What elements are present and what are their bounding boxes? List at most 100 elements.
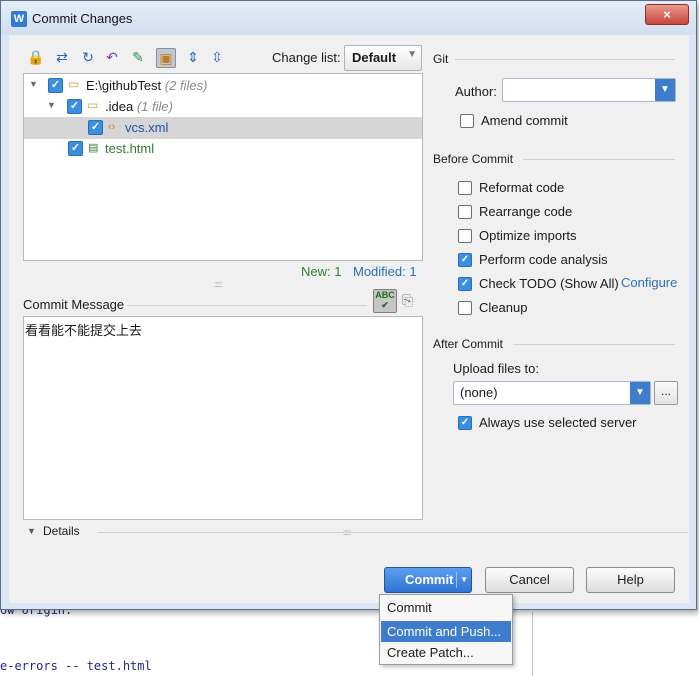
checkbox-checked-icon[interactable]: ✓ [458, 253, 472, 267]
message-history-icon[interactable]: ⎘ [402, 292, 413, 309]
cancel-button[interactable]: Cancel [485, 567, 574, 593]
separator [523, 159, 675, 160]
chevron-down-icon[interactable]: ▼ [630, 382, 650, 404]
tree-row-idea[interactable]: ▼ ✓ ▭ .idea (1 file) [24, 96, 422, 118]
folder-icon: ▭ [87, 98, 99, 112]
tree-vcs-label: vcs.xml [125, 120, 169, 135]
close-button[interactable]: × [645, 4, 689, 25]
before-commit-section-title: Before Commit [433, 152, 514, 166]
changelist-value: Default [352, 50, 397, 65]
commit-button[interactable]: Commit ▼ [384, 567, 472, 593]
edit-source-icon[interactable]: ✎ [129, 48, 147, 66]
editor-line: e-errors -- test.html [0, 659, 152, 673]
expand-all-icon[interactable]: ⇕ [184, 48, 202, 66]
checkbox-checked-icon[interactable]: ✓ [88, 120, 103, 135]
checkbox-checked-icon[interactable]: ✓ [68, 141, 83, 156]
menu-item-commit-and-push[interactable]: Commit and Push... [381, 621, 511, 642]
separator [98, 532, 688, 533]
modified-count: Modified: 1 [353, 264, 417, 279]
html-file-icon: ▤ [88, 142, 99, 154]
collapse-all-icon[interactable]: ⇳ [208, 48, 226, 66]
option-label: Reformat code [479, 180, 565, 195]
changelist-label: Change list: [272, 50, 341, 65]
tree-root-meta: (2 files) [164, 78, 208, 93]
author-label: Author: [455, 84, 497, 99]
chevron-down-icon: ▼ [407, 49, 417, 60]
spellcheck-glyph: ABC [375, 290, 395, 300]
folder-icon: ▭ [68, 77, 80, 91]
option-label: Rearrange code [479, 204, 573, 219]
commit-changes-dialog: W Commit Changes × 🔒 ⇄ ↻ ↶ ✎ ▣ ⇕ ⇳ Chang… [0, 0, 697, 610]
amend-commit-label: Amend commit [481, 113, 568, 128]
separator [127, 305, 367, 306]
tree-idea-meta: (1 file) [136, 99, 173, 114]
tree-idea-label: .idea [105, 99, 134, 114]
lock-icon[interactable]: 🔒 [27, 48, 45, 66]
chevron-down-icon[interactable]: ▼ [460, 568, 468, 592]
separator [513, 344, 675, 345]
checkbox-icon[interactable] [458, 181, 472, 195]
changelist-select[interactable]: Default ▼ [344, 45, 422, 71]
commit-message-input[interactable]: 看看能不能提交上去 [23, 316, 423, 520]
tree-row-root[interactable]: ▼ ✓ ▭ E:\githubTest (2 files) [24, 75, 422, 97]
group-by-directory-icon[interactable]: ▣ [156, 48, 176, 68]
dialog-title: Commit Changes [32, 11, 133, 26]
option-label: Cleanup [479, 300, 528, 315]
separator [456, 572, 457, 588]
expand-arrow-icon[interactable]: ▼ [47, 100, 56, 110]
checkbox-checked-icon[interactable]: ✓ [48, 78, 63, 93]
details-toggle[interactable]: ▼ Details [23, 524, 688, 540]
git-section-title: Git [433, 52, 449, 66]
xml-file-icon: ‹› [108, 121, 116, 133]
move-to-changelist-icon[interactable]: ⇄ [53, 48, 71, 66]
title-bar[interactable]: W Commit Changes × [1, 1, 696, 35]
checkbox-icon[interactable] [458, 229, 472, 243]
menu-item-label: Commit [387, 600, 432, 615]
commit-message-label: Commit Message [23, 297, 125, 312]
browse-servers-button[interactable]: ... [654, 381, 678, 405]
option-label: Optimize imports [479, 228, 577, 243]
server-select[interactable]: (none) ▼ [453, 381, 651, 405]
upload-files-label: Upload files to: [453, 361, 539, 376]
menu-item-label: Create Patch... [387, 645, 474, 660]
checkbox-icon[interactable] [458, 205, 472, 219]
spellcheck-icon[interactable]: ABC ✔ [373, 289, 397, 313]
tree-row-test-html[interactable]: ✓ ▤ test.html [24, 138, 422, 160]
configure-link[interactable]: Configure [621, 275, 677, 290]
changed-files-tree[interactable]: ▼ ✓ ▭ E:\githubTest (2 files) ▼ ✓ ▭ .ide… [23, 73, 423, 261]
option-label: Check TODO (Show All) [479, 276, 619, 291]
refresh-icon[interactable]: ↻ [79, 48, 97, 66]
tree-test-label: test.html [105, 141, 155, 156]
checkbox-icon[interactable] [458, 301, 472, 315]
always-use-server-label: Always use selected server [479, 415, 637, 430]
expand-arrow-icon[interactable]: ▼ [29, 79, 38, 89]
after-commit-section-title: After Commit [433, 337, 504, 351]
tree-row-vcs-xml[interactable]: ✓ ‹› vcs.xml [24, 117, 422, 139]
commit-message-text: 看看能不能提交上去 [25, 324, 143, 339]
rollback-icon[interactable]: ↶ [103, 48, 121, 66]
commit-button-label: Commit [405, 572, 454, 587]
checkbox-icon[interactable] [460, 114, 474, 128]
menu-item-label: Commit and Push... [387, 624, 502, 639]
details-label: Details [43, 524, 80, 538]
author-field[interactable]: ▼ [502, 78, 676, 102]
help-button[interactable]: Help [586, 567, 675, 593]
separator [455, 59, 675, 60]
webstorm-app-icon: W [11, 11, 27, 27]
chevron-down-icon[interactable]: ▼ [655, 79, 675, 101]
commit-options-menu: Commit Commit and Push... Create Patch..… [379, 594, 513, 665]
dialog-content: 🔒 ⇄ ↻ ↶ ✎ ▣ ⇕ ⇳ Change list: Default ▼ ▼… [9, 35, 689, 603]
server-value: (none) [460, 385, 498, 400]
checkbox-checked-icon[interactable]: ✓ [67, 99, 82, 114]
expand-arrow-icon[interactable]: ▼ [27, 526, 36, 536]
option-label: Perform code analysis [479, 252, 608, 267]
new-count: New: 1 [301, 264, 342, 279]
menu-item-commit[interactable]: Commit [381, 597, 511, 618]
tree-root-label: E:\githubTest [86, 78, 162, 93]
checkbox-checked-icon[interactable]: ✓ [458, 416, 472, 430]
checkbox-checked-icon[interactable]: ✓ [458, 277, 472, 291]
splitter-grip-icon[interactable]: :::::: [214, 280, 222, 289]
editor-divider [532, 612, 533, 676]
menu-item-create-patch[interactable]: Create Patch... [381, 642, 511, 663]
splitter-grip-icon[interactable]: :::::: [343, 528, 351, 537]
